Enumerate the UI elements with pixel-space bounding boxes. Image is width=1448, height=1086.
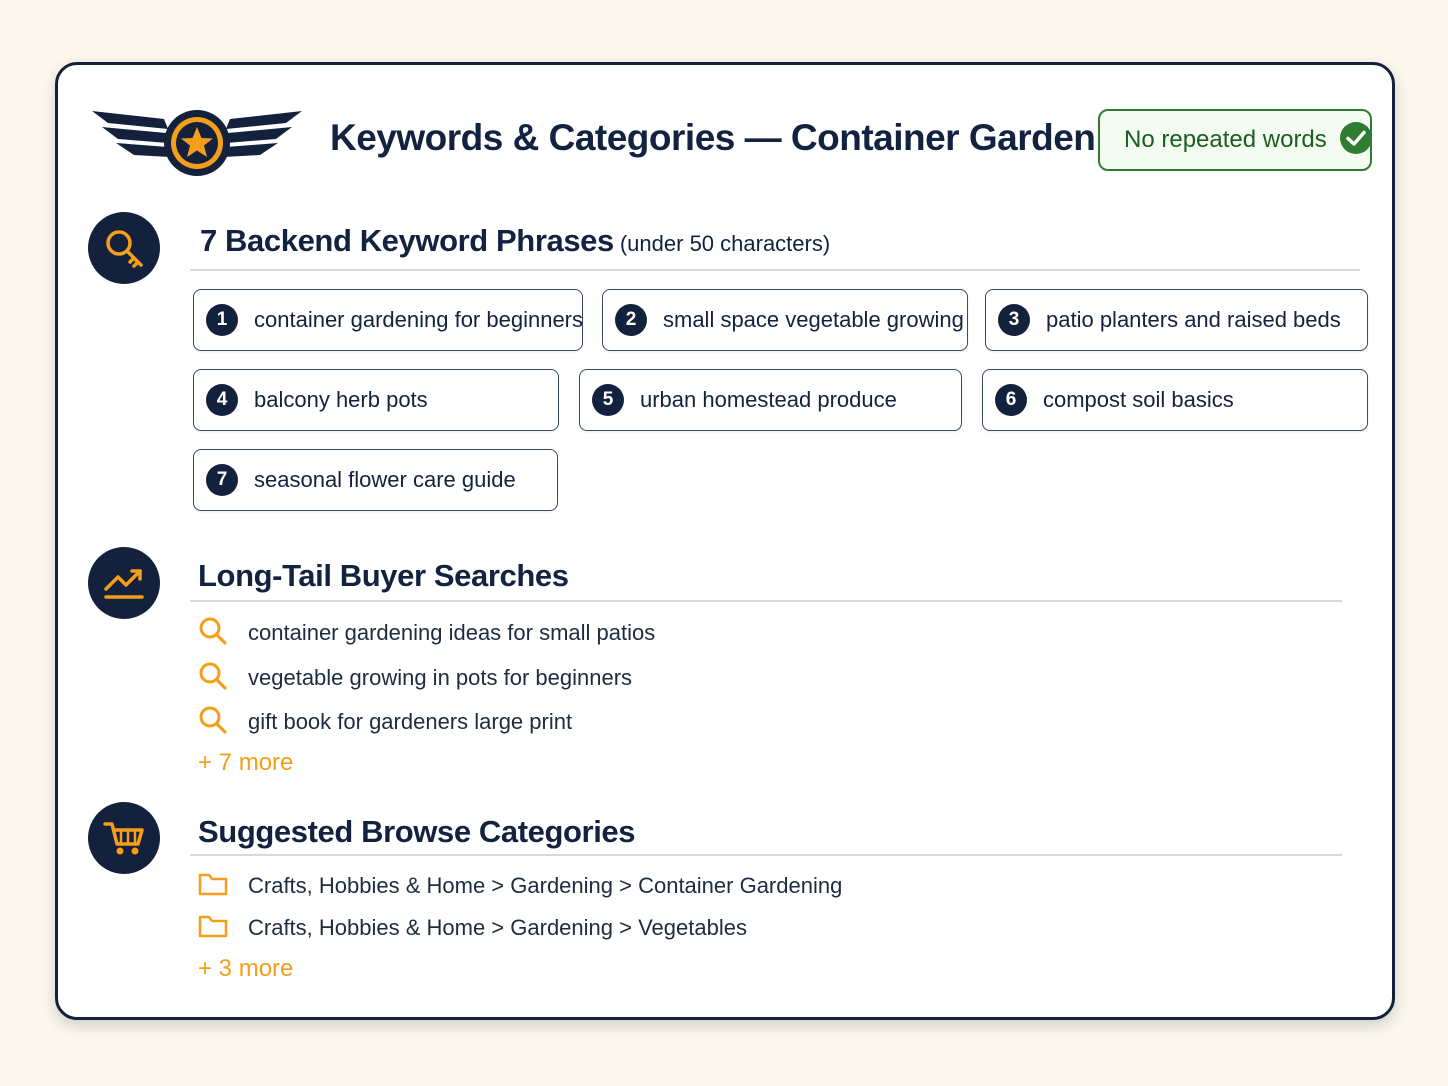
- category-item[interactable]: Crafts, Hobbies & Home > Gardening > Con…: [198, 868, 842, 904]
- section-divider: [190, 269, 1360, 271]
- list-item[interactable]: vegetable growing in pots for beginners: [198, 660, 632, 696]
- keywords-card: Keywords & Categories — Container Garden…: [55, 62, 1395, 1020]
- keyword-chip[interactable]: 5 urban homestead produce: [579, 369, 962, 431]
- categories-more-link[interactable]: + 3 more: [198, 955, 293, 983]
- keyword-text: compost soil basics: [1043, 387, 1234, 412]
- keyword-text: seasonal flower care guide: [254, 467, 516, 492]
- winged-star-logo: [90, 105, 304, 177]
- keyword-number: 1: [206, 304, 238, 336]
- keywords-title: 7 Backend Keyword Phrases: [200, 223, 614, 258]
- keyword-chip[interactable]: 1 container gardening for beginners: [193, 289, 583, 351]
- longtail-more-link[interactable]: + 7 more: [198, 749, 293, 777]
- page-title: Keywords & Categories — Container Garden…: [330, 117, 1150, 158]
- search-icon: [198, 616, 228, 651]
- trend-up-icon: [88, 547, 160, 619]
- keyword-text: small space vegetable growing: [663, 307, 964, 332]
- cart-icon: [88, 802, 160, 874]
- keyword-chip[interactable]: 3 patio planters and raised beds: [985, 289, 1368, 351]
- keyword-chip[interactable]: 6 compost soil basics: [982, 369, 1368, 431]
- keyword-number: 7: [206, 464, 238, 496]
- category-item[interactable]: Crafts, Hobbies & Home > Gardening > Veg…: [198, 910, 747, 946]
- longtail-section-title: Long-Tail Buyer Searches: [198, 558, 569, 593]
- search-icon: [198, 705, 228, 740]
- keyword-number: 5: [592, 384, 624, 416]
- keyword-number: 3: [998, 304, 1030, 336]
- keywords-subtitle: (under 50 characters): [619, 231, 831, 256]
- search-key-icon: [88, 212, 160, 284]
- keyword-number: 6: [995, 384, 1027, 416]
- keyword-text: patio planters and raised beds: [1046, 307, 1341, 332]
- search-icon: [198, 661, 228, 696]
- keyword-chip[interactable]: 2 small space vegetable growing: [602, 289, 968, 351]
- status-badge: No repeated words: [1098, 109, 1372, 171]
- keyword-text: container gardening for beginners: [254, 307, 584, 332]
- keyword-text: balcony herb pots: [254, 387, 428, 412]
- check-circle-icon: [1339, 121, 1373, 160]
- search-phrase: container gardening ideas for small pati…: [248, 620, 656, 645]
- keyword-chip[interactable]: 7 seasonal flower care guide: [193, 449, 558, 511]
- section-divider: [190, 600, 1342, 602]
- category-path: Crafts, Hobbies & Home > Gardening > Con…: [248, 873, 843, 898]
- keyword-chip[interactable]: 4 balcony herb pots: [193, 369, 559, 431]
- search-phrase: gift book for gardeners large print: [248, 709, 573, 734]
- badge-label: No repeated words: [1124, 126, 1327, 153]
- keywords-section-title: 7 Backend Keyword Phrases (under 50 chara…: [200, 223, 830, 259]
- keyword-number: 4: [206, 384, 238, 416]
- list-item[interactable]: container gardening ideas for small pati…: [198, 615, 655, 651]
- section-divider: [190, 854, 1342, 856]
- keyword-number: 2: [615, 304, 647, 336]
- list-item[interactable]: gift book for gardeners large print: [198, 704, 572, 740]
- category-path: Crafts, Hobbies & Home > Gardening > Veg…: [248, 915, 747, 940]
- search-phrase: vegetable growing in pots for beginners: [248, 665, 633, 690]
- folder-icon: [198, 871, 228, 902]
- keyword-text: urban homestead produce: [640, 387, 897, 412]
- categories-section-title: Suggested Browse Categories: [198, 814, 636, 849]
- folder-icon: [198, 913, 228, 944]
